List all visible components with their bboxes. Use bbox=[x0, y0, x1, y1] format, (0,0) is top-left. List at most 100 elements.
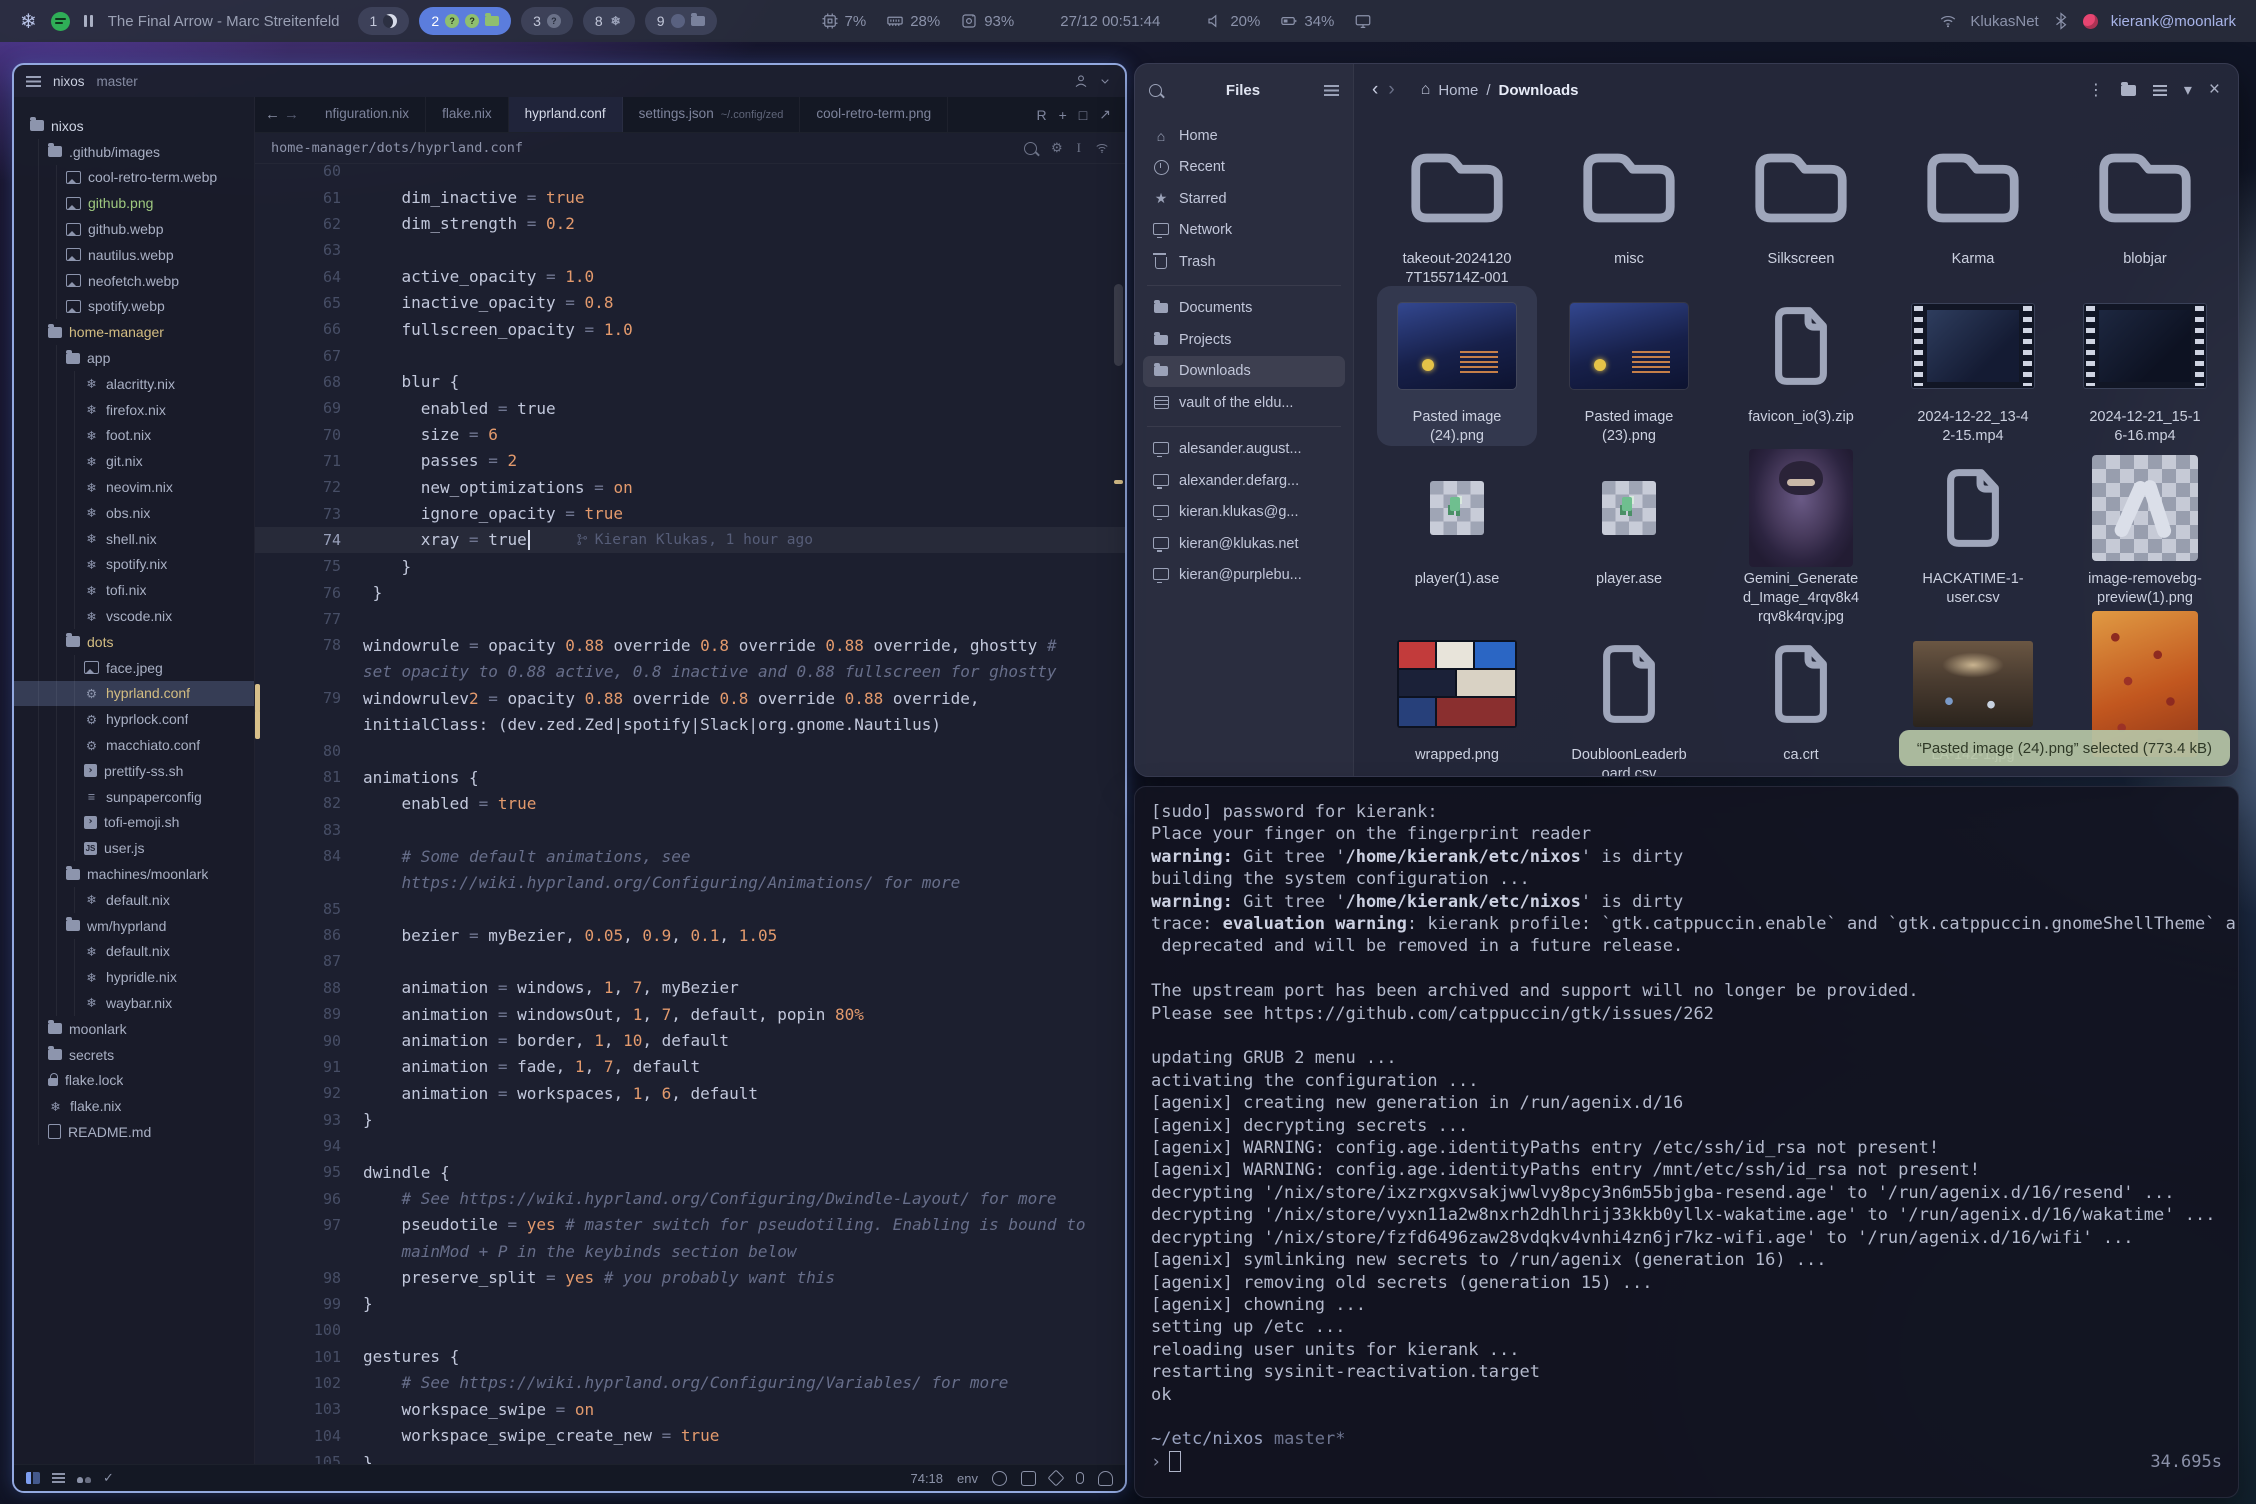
code-line[interactable]: 64active_opacity = 1.0 bbox=[255, 263, 1125, 289]
chevron-down-icon[interactable] bbox=[1097, 73, 1113, 89]
code-line[interactable]: 84# Some default animations, see bbox=[255, 843, 1125, 869]
tree-item[interactable]: moonlark bbox=[14, 1016, 254, 1042]
workspace-pill[interactable]: 1 bbox=[358, 7, 410, 35]
breadcrumb[interactable]: home-manager/dots/hyprland.conf bbox=[271, 140, 523, 156]
wifi-icon[interactable] bbox=[1939, 12, 1957, 30]
nav-forward-icon[interactable]: → bbox=[284, 106, 299, 123]
grid-item[interactable]: HACKATIME-1- user.csv bbox=[1893, 448, 2053, 608]
tree-item[interactable]: machines/moonlark bbox=[14, 861, 254, 887]
files-menu-icon[interactable] bbox=[1324, 85, 1339, 96]
code-line[interactable]: 67 bbox=[255, 342, 1125, 368]
code-line[interactable]: 101gestures { bbox=[255, 1343, 1125, 1369]
grid-item[interactable]: DoubloonLeaderb oard.csv bbox=[1549, 624, 1709, 777]
sidebar-item-documents[interactable]: Documents bbox=[1143, 293, 1345, 325]
tree-item[interactable]: dots bbox=[14, 629, 254, 655]
code-line[interactable]: 85 bbox=[255, 896, 1125, 922]
terminal-panel-icon[interactable] bbox=[1021, 1471, 1036, 1486]
grid-item[interactable]: player(1).ase bbox=[1377, 448, 1537, 589]
sidebar-item-kieran-klukas-net[interactable]: kieran@klukas.net bbox=[1143, 528, 1345, 560]
code-line[interactable]: 104workspace_swipe_create_new = true bbox=[255, 1423, 1125, 1449]
list-view-icon[interactable] bbox=[2153, 85, 2167, 96]
new-tab-button[interactable]: + bbox=[1059, 107, 1067, 123]
files-back-icon[interactable]: ‹ bbox=[1372, 79, 1378, 101]
code-line[interactable]: 61dim_inactive = true bbox=[255, 184, 1125, 210]
sidebar-item-vault-of-the-eldu[interactable]: vault of the eldu... bbox=[1143, 387, 1345, 419]
code-line[interactable]: 70size = 6 bbox=[255, 421, 1125, 447]
search-icon[interactable] bbox=[1024, 142, 1037, 155]
sidebar-item-kieran-purplebu[interactable]: kieran@purplebu... bbox=[1143, 560, 1345, 592]
grid-item[interactable]: 2024-12-22_13-4 2-15.mp4 bbox=[1893, 286, 2053, 446]
grid-item[interactable]: misc bbox=[1549, 128, 1709, 269]
code-line[interactable]: 98preserve_split = yes # you probably wa… bbox=[255, 1264, 1125, 1290]
code-line[interactable]: 90animation = border, 1, 10, default bbox=[255, 1027, 1125, 1053]
user-avatar-icon[interactable] bbox=[1073, 73, 1089, 89]
tree-item[interactable]: neofetch.webp bbox=[14, 268, 254, 294]
menu-icon[interactable] bbox=[26, 76, 41, 87]
tree-item[interactable]: ⚙macchiato.conf bbox=[14, 732, 254, 758]
sidebar-item-alexander-defarg[interactable]: alexander.defarg... bbox=[1143, 465, 1345, 497]
tree-item[interactable]: ❄obs.nix bbox=[14, 500, 254, 526]
nix-snowflake-icon[interactable]: ❄ bbox=[20, 9, 37, 34]
tree-item[interactable]: github.webp bbox=[14, 216, 254, 242]
code-wrap-line[interactable]: set opacity to 0.88 active, 0.8 inactive… bbox=[255, 659, 1125, 685]
tree-item[interactable]: ❄default.nix bbox=[14, 887, 254, 913]
signal-icon[interactable] bbox=[1095, 141, 1109, 155]
tab[interactable]: settings.json~/.config/zed bbox=[623, 97, 801, 132]
sidebar-item-projects[interactable]: Projects bbox=[1143, 324, 1345, 356]
grid-item[interactable]: Silkscreen bbox=[1721, 128, 1881, 269]
tree-item[interactable]: ❄foot.nix bbox=[14, 423, 254, 449]
tree-item[interactable]: github.png bbox=[14, 190, 254, 216]
files-forward-icon[interactable]: › bbox=[1388, 79, 1394, 101]
split-pane-icon[interactable]: □ bbox=[1079, 107, 1087, 123]
project-panel-toggle-icon[interactable] bbox=[26, 1472, 40, 1484]
tree-item[interactable]: ❄default.nix bbox=[14, 939, 254, 965]
grid-item[interactable]: Gemini_Generate d_Image_4rqv8k4 rqv8k4rq… bbox=[1721, 448, 1881, 627]
tree-item[interactable]: app bbox=[14, 345, 254, 371]
tree-item[interactable]: JSuser.js bbox=[14, 835, 254, 861]
screen-indicator[interactable] bbox=[1354, 12, 1372, 30]
grid-item[interactable]: blobjar bbox=[2065, 128, 2225, 269]
code-line[interactable]: 95dwindle { bbox=[255, 1159, 1125, 1185]
tree-item[interactable]: README.md bbox=[14, 1119, 254, 1145]
code-line[interactable]: 65inactive_opacity = 0.8 bbox=[255, 290, 1125, 316]
home-icon[interactable]: ⌂ bbox=[1421, 81, 1431, 99]
code-line[interactable]: 73ignore_opacity = true bbox=[255, 500, 1125, 526]
terminal-prompt[interactable]: ›34.695s bbox=[1151, 1451, 2222, 1473]
workspace-pill[interactable]: 3? bbox=[521, 7, 573, 35]
code-line[interactable]: 79windowrulev2 = opacity 0.88 override 0… bbox=[255, 685, 1125, 711]
folder-search-icon[interactable] bbox=[2121, 85, 2136, 96]
spotify-icon[interactable] bbox=[51, 12, 70, 31]
code-editor[interactable]: 6061dim_inactive = true62dim_strength = … bbox=[255, 164, 1125, 1464]
tray-app-icon[interactable] bbox=[2083, 14, 2098, 29]
code-wrap-line[interactable]: mainMod + P in the keybinds section belo… bbox=[255, 1238, 1125, 1264]
sidebar-item-recent[interactable]: Recent bbox=[1143, 152, 1345, 184]
env-label[interactable]: env bbox=[957, 1471, 978, 1486]
code-line[interactable]: 96# See https://wiki.hyprland.org/Config… bbox=[255, 1185, 1125, 1211]
tree-item[interactable]: ≡sunpaperconfig bbox=[14, 784, 254, 810]
code-line[interactable]: 102# See https://wiki.hyprland.org/Confi… bbox=[255, 1370, 1125, 1396]
tree-item[interactable]: ❄tofi.nix bbox=[14, 577, 254, 603]
tree-item[interactable]: wm/hyprland bbox=[14, 913, 254, 939]
tree-item[interactable]: ❄flake.nix bbox=[14, 1093, 254, 1119]
project-name[interactable]: nixos bbox=[53, 74, 85, 89]
code-line[interactable]: 80 bbox=[255, 738, 1125, 764]
files-search-icon[interactable] bbox=[1149, 84, 1162, 97]
tree-item[interactable]: ❄git.nix bbox=[14, 448, 254, 474]
tab[interactable]: nfiguration.nix bbox=[309, 97, 426, 132]
code-line[interactable]: 103workspace_swipe = on bbox=[255, 1396, 1125, 1422]
tree-item[interactable]: ❄firefox.nix bbox=[14, 397, 254, 423]
plug-icon[interactable] bbox=[1098, 1471, 1113, 1486]
sidebar-item-network[interactable]: Network bbox=[1143, 215, 1345, 247]
sidebar-item-home[interactable]: ⌂Home bbox=[1143, 120, 1345, 152]
tree-item[interactable]: ⚙hyprland.conf bbox=[14, 681, 254, 707]
code-line[interactable]: 72new_optimizations = on bbox=[255, 474, 1125, 500]
tree-item[interactable]: ❄vscode.nix bbox=[14, 603, 254, 629]
volume-stat[interactable]: 20% bbox=[1206, 12, 1260, 30]
tree-item[interactable]: ❄spotify.nix bbox=[14, 552, 254, 578]
grid-item[interactable]: 2024-12-21_15-1 6-16.mp4 bbox=[2065, 286, 2225, 446]
workspace-pill[interactable]: 9 bbox=[645, 7, 717, 35]
tree-item[interactable]: ❄shell.nix bbox=[14, 526, 254, 552]
tree-item[interactable]: ›prettify-ss.sh bbox=[14, 758, 254, 784]
tree-item[interactable]: home-manager bbox=[14, 319, 254, 345]
filter-icon[interactable]: ⚙ bbox=[1051, 140, 1063, 156]
